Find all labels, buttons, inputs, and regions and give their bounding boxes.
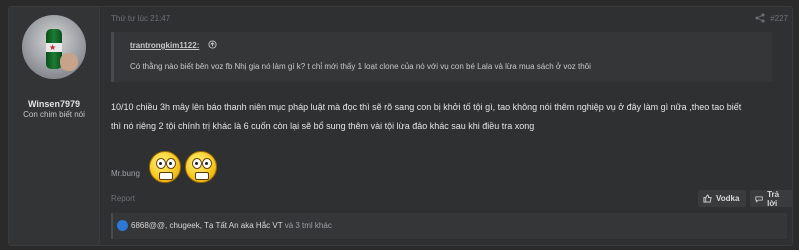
thumbs-up-icon [703,194,712,203]
share-icon[interactable] [755,13,765,23]
reply-button-label: Trả lời [767,189,780,208]
like-button-label: Vodka [716,194,740,203]
post-main: Thứ tư lúc 21:47 #227 trantrongkim1122: … [107,7,794,245]
post-number[interactable]: #227 [770,14,788,23]
reaction-names: 6868@@, chugeek, Tạ Tất An aka Hắc VT và… [131,221,332,230]
reply-button[interactable]: Trả lời [750,189,794,208]
signature: Mr.bung [111,169,140,178]
post-body-line: thì nó riêng 2 tội chính trị khác là 6 c… [111,121,535,131]
post-timestamp[interactable]: Thứ tư lúc 21:47 [111,14,170,23]
username[interactable]: Winsen7979 [9,99,99,109]
like-reaction-icon [117,220,128,231]
smiley-icon [185,151,217,183]
user-title: Con chim biết nói [23,110,85,119]
quote-author[interactable]: trantrongkim1122: [130,41,199,50]
post-body-line: 10/10 chiều 3h mây lên báo thanh niên mụ… [111,102,742,112]
report-link[interactable]: Report [111,194,135,203]
reaction-others[interactable]: và 3 tml khác [285,221,332,230]
like-button[interactable]: Vodka [698,190,746,207]
scrollbar[interactable] [793,0,799,250]
avatar[interactable]: ★ [22,15,86,79]
reply-icon [755,196,763,203]
post-body: 10/10 chiều 3h mây lên báo thanh niên mụ… [111,98,777,136]
quote-text: Có thằng nào biết bên voz fb Nhị gia nó … [130,62,591,71]
quote-block: trantrongkim1122: Có thằng nào biết bên … [111,32,772,82]
reaction-users[interactable]: 6868@@, chugeek, Tạ Tất An aka Hắc VT [131,221,282,230]
quote-arrow-icon[interactable] [208,40,217,49]
user-column: ★ Winsen7979 Con chim biết nói [9,7,100,245]
post-container: ★ Winsen7979 Con chim biết nói Thứ tư lú… [8,6,794,246]
smiley-icon [149,151,181,183]
reactions-bar[interactable]: 6868@@, chugeek, Tạ Tất An aka Hắc VT và… [111,213,787,239]
